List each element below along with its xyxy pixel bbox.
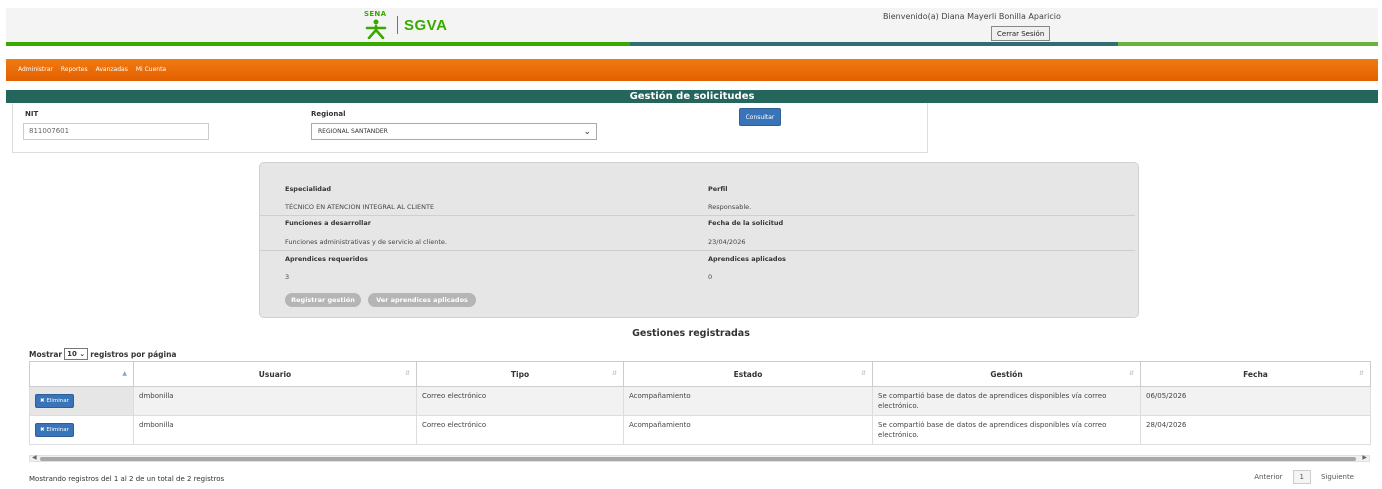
gestiones-title: Gestiones registradas <box>632 328 750 339</box>
table-row: ✖ Eliminar dmbonilla Correo electrónico … <box>29 415 1371 445</box>
app-header: SENA SGVA Bienvenido(a) Diana Mayerli Bo… <box>6 8 1378 42</box>
perfil-value: Responsable. <box>708 203 752 211</box>
length-suffix: registros por página <box>90 349 177 359</box>
fecha-solicitud-label: Fecha de la solicitud <box>708 219 784 227</box>
length-prefix: Mostrar <box>29 349 63 359</box>
regional-label: Regional <box>311 110 346 118</box>
actions-cell: ✖ Eliminar <box>29 386 134 416</box>
page-length-value: 10 <box>67 350 77 358</box>
nit-input[interactable]: 811007601 <box>23 123 209 140</box>
sort-icon: ⇵ <box>404 370 410 377</box>
sort-asc-icon: ▲ <box>122 370 127 377</box>
nit-label: NIT <box>25 110 39 118</box>
pagination: Anterior 1 Siguiente <box>1248 470 1360 484</box>
header-color-bar <box>6 42 1378 46</box>
registrar-gestion-button[interactable]: Registrar gestión <box>285 293 361 307</box>
consultar-button[interactable]: Consultar <box>739 108 781 126</box>
pager-page-1[interactable]: 1 <box>1292 470 1311 484</box>
pager-previous[interactable]: Anterior <box>1248 471 1288 483</box>
main-menu: Administrar Reportes Avanzadas Mi Cuenta <box>6 59 1378 81</box>
pager-next[interactable]: Siguiente <box>1315 471 1360 483</box>
column-header-usuario[interactable]: Usuario ⇵ <box>133 361 417 387</box>
regional-select[interactable]: REGIONAL SANTANDER ⌄ <box>311 123 597 140</box>
column-header-estado[interactable]: Estado ⇵ <box>623 361 873 387</box>
column-header-gestion[interactable]: Gestión ⇵ <box>872 361 1141 387</box>
sena-logo-icon: SENA <box>359 10 395 40</box>
usuario-cell: dmbonilla <box>133 386 417 416</box>
menu-item-administrar[interactable]: Administrar <box>14 59 57 80</box>
aprendices-aplicados-label: Aprendices aplicados <box>708 255 786 263</box>
table-header-row: ▲ Usuario ⇵ Tipo ⇵ Estado ⇵ Gestión ⇵ Fecha ⇵ <box>29 361 1371 387</box>
filter-panel: NIT 811007601 Regional REGIONAL SANTANDE… <box>12 103 928 153</box>
scrollbar-thumb[interactable] <box>40 457 1356 461</box>
perfil-label: Perfil <box>708 185 728 193</box>
estado-cell: Acompañamiento <box>623 386 873 416</box>
page-length-select[interactable]: 10 ⌄ <box>64 348 89 360</box>
scroll-left-icon[interactable]: ◀ <box>32 454 37 461</box>
eliminar-button[interactable]: ✖ Eliminar <box>35 394 74 408</box>
page-title: Gestión de solicitudes <box>6 90 1378 103</box>
solicitud-detail-card: Especialidad Perfil TÉCNICO EN ATENCION … <box>259 162 1139 318</box>
usuario-cell: dmbonilla <box>133 415 417 445</box>
divider <box>260 250 1135 251</box>
fecha-cell: 06/05/2026 <box>1140 386 1371 416</box>
close-icon: ✖ <box>40 398 45 404</box>
column-header-actions[interactable]: ▲ <box>29 361 134 387</box>
eliminar-button[interactable]: ✖ Eliminar <box>35 423 74 437</box>
actions-cell: ✖ Eliminar <box>29 415 134 445</box>
sort-icon: ⇵ <box>860 370 866 377</box>
welcome-text: Bienvenido(a) Diana Mayerli Bonilla Apar… <box>883 12 1061 21</box>
sort-icon: ⇵ <box>611 370 617 377</box>
especialidad-value: TÉCNICO EN ATENCION INTEGRAL AL CLIENTE <box>285 203 435 211</box>
tipo-cell: Correo electrónico <box>416 386 624 416</box>
aprendices-requeridos-value: 3 <box>285 273 290 281</box>
sort-icon: ⇵ <box>1358 370 1364 377</box>
table-horizontal-scrollbar[interactable]: ◀ ▶ <box>29 454 1370 462</box>
sena-figure-icon <box>365 19 387 39</box>
gestiones-table: ▲ Usuario ⇵ Tipo ⇵ Estado ⇵ Gestión ⇵ Fecha ⇵… <box>29 361 1371 445</box>
gestion-cell: Se compartió base de datos de aprendices… <box>872 415 1141 445</box>
estado-cell: Acompañamiento <box>623 415 873 445</box>
regional-selected-value: REGIONAL SANTANDER <box>318 128 388 135</box>
column-header-tipo[interactable]: Tipo ⇵ <box>416 361 624 387</box>
app-name: SGVA <box>404 16 448 34</box>
logout-button[interactable]: Cerrar Sesión <box>991 26 1051 41</box>
funciones-label: Funciones a desarrollar <box>285 219 371 227</box>
chevron-down-icon: ⌄ <box>583 127 591 137</box>
close-icon: ✖ <box>40 427 45 433</box>
tipo-cell: Correo electrónico <box>416 415 624 445</box>
sena-logo: SENA SGVA <box>359 10 447 40</box>
scroll-right-icon[interactable]: ▶ <box>1362 454 1367 461</box>
page-length-control: Mostrar 10 ⌄ registros por página <box>29 348 177 360</box>
table-row: ✖ Eliminar dmbonilla Correo electrónico … <box>29 386 1371 416</box>
table-info: Mostrando registros del 1 al 2 de un tot… <box>29 475 225 483</box>
gestion-cell: Se compartió base de datos de aprendices… <box>872 386 1141 416</box>
divider <box>260 215 1135 216</box>
logo-divider <box>397 16 398 34</box>
ver-aprendices-aplicados-button[interactable]: Ver aprendices aplicados <box>368 293 476 307</box>
sort-icon: ⇵ <box>1128 370 1134 377</box>
funciones-value: Funciones administrativas y de servicio … <box>285 238 447 246</box>
aprendices-aplicados-value: 0 <box>708 273 713 281</box>
fecha-cell: 28/04/2026 <box>1140 415 1371 445</box>
especialidad-label: Especialidad <box>285 185 331 193</box>
menu-item-reportes[interactable]: Reportes <box>57 59 92 80</box>
menu-item-avanzadas[interactable]: Avanzadas <box>92 59 132 80</box>
aprendices-requeridos-label: Aprendices requeridos <box>285 255 368 263</box>
column-header-fecha[interactable]: Fecha ⇵ <box>1140 361 1371 387</box>
sena-wordmark: SENA <box>364 10 387 18</box>
menu-item-mi-cuenta[interactable]: Mi Cuenta <box>132 59 170 80</box>
fecha-solicitud-value: 23/04/2026 <box>708 238 746 246</box>
